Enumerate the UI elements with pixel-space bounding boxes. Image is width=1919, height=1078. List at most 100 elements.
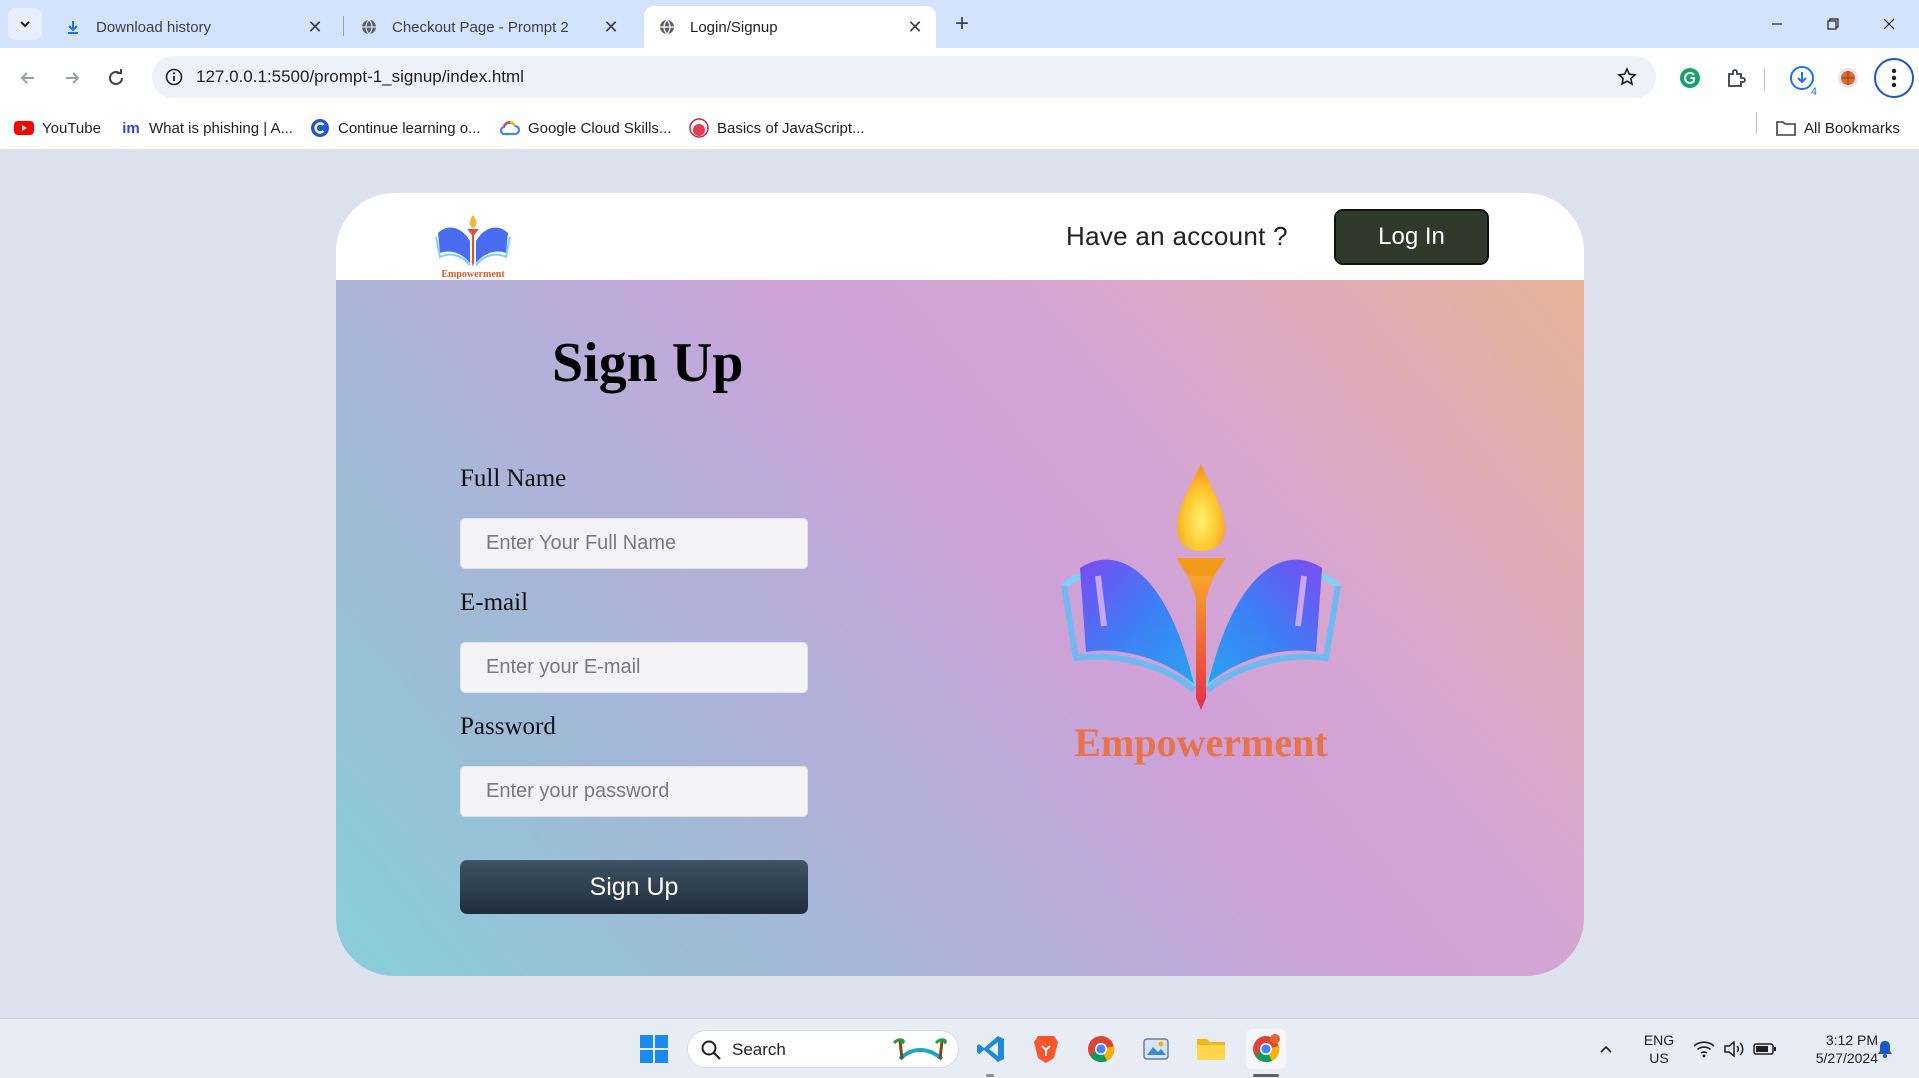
reload-icon [109, 69, 123, 85]
have-account-text: Have an account ? [1066, 221, 1288, 251]
active-app-indicator [1253, 1074, 1279, 1077]
battery-icon[interactable] [1750, 1029, 1780, 1069]
js-course-icon [689, 118, 709, 138]
tab-search-button[interactable] [8, 8, 42, 40]
restore-button[interactable] [1810, 6, 1856, 42]
bookmark-label: Continue learning o... [338, 119, 481, 137]
c-icon [310, 118, 330, 138]
clock-time: 3:12 PM [1825, 1032, 1878, 1048]
folder-icon [1776, 118, 1796, 138]
tab-title: Checkout Page - Prompt 2 [392, 18, 569, 36]
toolbar-divider [1764, 68, 1765, 90]
login-button[interactable]: Log In [1334, 209, 1489, 265]
bookmarks-bar: YouTube im What is phishing | A... Conti… [0, 108, 1919, 150]
clock-date: 5/27/2024 [1815, 1050, 1878, 1066]
clock[interactable]: 3:12 PM 5/27/2024 [1790, 1031, 1878, 1067]
language-label: ENG [1643, 1032, 1675, 1048]
signup-card: Empowerment Have an account ? Log In Sig… [336, 193, 1584, 976]
bookmark-star-icon[interactable] [1614, 64, 1640, 90]
im-icon: im [122, 119, 140, 137]
bookmark-label: Google Cloud Skills... [528, 119, 672, 137]
bookmark-youtube[interactable]: YouTube [14, 118, 101, 138]
open-app-indicator [986, 1074, 994, 1077]
back-button[interactable] [10, 60, 46, 96]
downloads-button[interactable]: 4 [1786, 62, 1818, 98]
chrome-menu-button[interactable] [1874, 58, 1914, 98]
chevron-up-icon [1600, 1045, 1612, 1053]
taskbar-search[interactable]: Search [687, 1030, 959, 1068]
brand-name: Empowerment [1074, 720, 1328, 765]
close-icon [1883, 18, 1895, 30]
bookmark-continue-learning[interactable]: Continue learning o... [310, 118, 481, 138]
download-icon [64, 18, 82, 36]
google-cloud-icon [500, 118, 520, 138]
close-icon[interactable]: ✕ [304, 16, 326, 38]
notifications-icon[interactable] [1870, 1029, 1900, 1069]
signup-button[interactable]: Sign Up [460, 860, 808, 914]
minimize-button[interactable] [1754, 6, 1800, 42]
close-icon[interactable]: ✕ [600, 16, 622, 38]
chrome-taskbar-icon[interactable] [1081, 1029, 1121, 1069]
tab-strip: Download history ✕ Checkout Page - Promp… [0, 0, 1919, 48]
arrow-right-icon [66, 72, 80, 84]
arrow-left-icon [20, 72, 34, 84]
extensions-icon[interactable] [1720, 62, 1752, 94]
download-count: 4 [1810, 86, 1817, 98]
forward-button[interactable] [54, 60, 90, 96]
region-label: US [1649, 1050, 1669, 1066]
reload-button[interactable] [98, 60, 134, 96]
globe-icon [360, 18, 378, 36]
bookmark-label: Basics of JavaScript... [717, 119, 865, 137]
restore-icon [1827, 18, 1839, 30]
volume-icon[interactable] [1720, 1029, 1748, 1069]
globe-icon [658, 18, 676, 36]
wifi-icon[interactable] [1690, 1029, 1718, 1069]
chrome-active-taskbar-icon[interactable] [1246, 1029, 1286, 1069]
bookmark-phishing[interactable]: im What is phishing | A... [121, 118, 293, 138]
tab-checkout-page[interactable]: Checkout Page - Prompt 2 ✕ [346, 6, 632, 48]
full-name-label: Full Name [460, 465, 567, 492]
bookmark-google-cloud[interactable]: Google Cloud Skills... [500, 118, 671, 138]
tab-login-signup[interactable]: Login/Signup ✕ [644, 6, 936, 48]
profile-extension-icon[interactable] [1832, 62, 1864, 94]
language-indicator[interactable]: ENG US [1634, 1031, 1684, 1067]
show-hidden-icons-button[interactable] [1592, 1029, 1620, 1069]
all-bookmarks-label: All Bookmarks [1804, 119, 1900, 137]
windows-logo-icon [640, 1035, 668, 1063]
site-info-icon[interactable] [162, 65, 186, 89]
site-header: Empowerment Have an account ? Log In [336, 193, 1584, 280]
empowerment-logo[interactable]: Empowerment [432, 197, 514, 279]
close-window-button[interactable] [1866, 6, 1912, 42]
more-vertical-icon [1891, 68, 1897, 88]
bookmark-javascript[interactable]: Basics of JavaScript... [689, 118, 865, 138]
vscode-taskbar-icon[interactable] [971, 1029, 1011, 1069]
email-label: E-mail [460, 589, 529, 616]
browser-toolbar: 127.0.0.1:5500/prompt-1_signup/index.htm… [0, 48, 1919, 108]
bookmark-label: YouTube [42, 119, 101, 137]
tab-download-history[interactable]: Download history ✕ [50, 6, 336, 48]
file-explorer-taskbar-icon[interactable] [1191, 1029, 1231, 1069]
tab-title: Download history [96, 18, 212, 36]
brave-taskbar-icon[interactable] [1026, 1029, 1066, 1069]
all-bookmarks-button[interactable]: All Bookmarks [1776, 118, 1900, 138]
password-input[interactable] [460, 766, 808, 817]
email-input[interactable] [460, 642, 808, 693]
close-icon[interactable]: ✕ [904, 16, 926, 38]
gallery-taskbar-icon[interactable] [1136, 1029, 1176, 1069]
tab-title: Login/Signup [690, 18, 778, 36]
windows-taskbar: Search ENG US 3:12 PM 5/27/2024 [0, 1018, 1919, 1078]
search-highlight-icon [892, 1038, 947, 1061]
address-bar[interactable]: 127.0.0.1:5500/prompt-1_signup/index.htm… [152, 56, 1656, 98]
logo-text: Empowerment [441, 269, 505, 279]
bookmark-label: What is phishing | A... [149, 119, 293, 137]
url-text[interactable]: 127.0.0.1:5500/prompt-1_signup/index.htm… [196, 67, 524, 87]
search-icon [701, 1040, 721, 1060]
bookmarks-divider [1756, 112, 1757, 134]
search-label: Search [732, 1040, 786, 1059]
full-name-input[interactable] [460, 518, 808, 569]
tab-divider [343, 16, 344, 36]
start-button[interactable] [634, 1029, 674, 1069]
youtube-icon [14, 118, 34, 138]
grammarly-extension-icon[interactable] [1674, 62, 1706, 94]
new-tab-button[interactable]: + [948, 10, 976, 38]
